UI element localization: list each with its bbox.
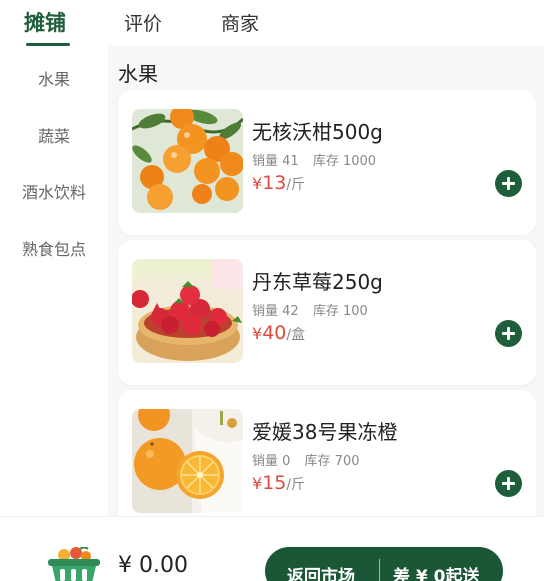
- add-to-cart-button[interactable]: [495, 320, 522, 347]
- price-unit: /斤: [286, 177, 306, 193]
- tab-reviews[interactable]: 评价: [124, 9, 162, 36]
- stock-count: 库存 700: [304, 454, 360, 469]
- add-to-cart-button[interactable]: [495, 170, 522, 197]
- currency-symbol: ¥: [252, 174, 263, 193]
- cart-bar: ¥ 0.00 返回市场 差 ¥ 0起送: [0, 516, 544, 581]
- currency-symbol: ¥: [252, 324, 263, 343]
- cart-total: ¥ 0.00: [118, 553, 188, 578]
- product-card[interactable]: 丹东草莓250g 销量 42 库存 100 ¥40/盒: [118, 240, 536, 385]
- price-value: 15: [262, 472, 287, 494]
- tab-stall[interactable]: 摊铺: [24, 7, 66, 37]
- price-unit: /斤: [286, 477, 306, 493]
- product-price: ¥15/斤: [252, 472, 305, 494]
- sales-count: 销量 0: [252, 454, 291, 469]
- currency-symbol: ¥: [252, 474, 263, 493]
- divider: [379, 559, 380, 581]
- product-card[interactable]: 爱媛38号果冻橙 销量 0 库存 700 ¥15/斤: [118, 390, 536, 516]
- orange-photo-icon: [132, 409, 243, 513]
- basket-icon[interactable]: [46, 546, 102, 581]
- checkout-bar: 返回市场 差 ¥ 0起送: [265, 547, 503, 581]
- section-title: 水果: [118, 62, 158, 86]
- back-to-market-button[interactable]: 返回市场: [287, 562, 355, 581]
- product-name: 丹东草莓250g: [252, 270, 383, 294]
- sidebar-item-drinks[interactable]: 酒水饮料: [0, 179, 108, 203]
- product-name: 爱媛38号果冻橙: [252, 420, 398, 444]
- category-sidebar: 水果 蔬菜 酒水饮料 熟食包点: [0, 46, 108, 516]
- sidebar-item-vegetables[interactable]: 蔬菜: [0, 123, 108, 147]
- price-unit: /盒: [286, 327, 306, 343]
- product-price: ¥40/盒: [252, 322, 305, 344]
- stock-count: 库存 100: [312, 304, 368, 319]
- price-value: 13: [262, 172, 287, 194]
- minimum-order-button[interactable]: 差 ¥ 0起送: [393, 562, 480, 581]
- sales-count: 销量 41: [252, 154, 299, 169]
- sidebar-item-fruit[interactable]: 水果: [0, 66, 108, 90]
- price-value: 40: [262, 322, 287, 344]
- stock-count: 库存 1000: [312, 154, 377, 169]
- product-stats: 销量 0 库存 700: [252, 450, 360, 469]
- product-name: 无核沃柑500g: [252, 120, 383, 144]
- tab-merchant[interactable]: 商家: [221, 9, 259, 36]
- sidebar-item-deli[interactable]: 熟食包点: [0, 236, 108, 260]
- top-tab-bar: 摊铺 评价 商家: [0, 0, 544, 46]
- product-price: ¥13/斤: [252, 172, 305, 194]
- tangerine-photo-icon: [132, 109, 243, 213]
- add-to-cart-button[interactable]: [495, 470, 522, 497]
- strawberry-photo-icon: [132, 259, 243, 363]
- product-stats: 销量 41 库存 1000: [252, 150, 376, 169]
- sales-count: 销量 42: [252, 304, 299, 319]
- product-stats: 销量 42 库存 100: [252, 300, 368, 319]
- product-list[interactable]: 水果 无核沃柑500g 销量 41 库存 1000 ¥13/斤 丹东草莓250g…: [108, 46, 544, 516]
- product-card[interactable]: 无核沃柑500g 销量 41 库存 1000 ¥13/斤: [118, 90, 536, 235]
